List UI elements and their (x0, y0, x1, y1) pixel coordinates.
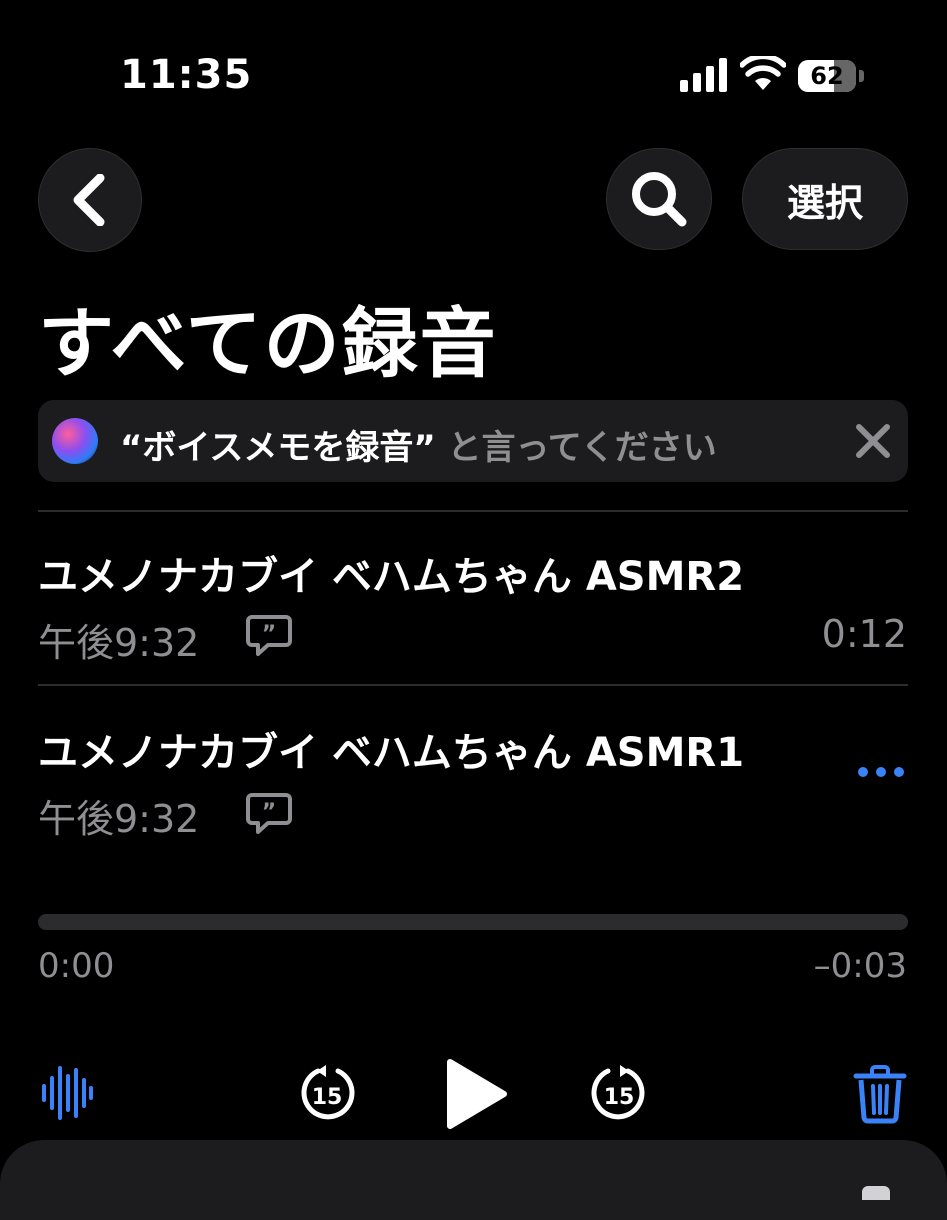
xmark-icon[interactable] (854, 422, 892, 460)
siri-phrase: “ボイスメモを録音” (120, 428, 436, 468)
bottom-sheet[interactable] (0, 1140, 947, 1220)
waveform-icon[interactable] (40, 1064, 94, 1122)
transcript-bubble-icon: ” (246, 793, 292, 834)
elapsed-time: 0:00 (38, 946, 115, 986)
back-button[interactable] (38, 148, 142, 252)
trash-icon[interactable] (852, 1064, 908, 1124)
skip-back-15-icon[interactable]: 15 (296, 1062, 358, 1124)
list-divider (38, 684, 908, 686)
select-button[interactable]: 選択 (742, 148, 908, 250)
list-divider (38, 510, 908, 512)
battery-indicator: 62 (798, 60, 856, 92)
recording-title: ユメノナカブイ ベハムちゃん ASMR2 (38, 554, 745, 600)
sheet-edge-icon (862, 1186, 890, 1200)
remaining-time: –0:03 (813, 946, 907, 986)
skip-back-label: 15 (312, 1085, 343, 1110)
playback-scrubber[interactable] (38, 914, 908, 930)
cellular-signal-icon (680, 58, 727, 92)
siri-suggestion-banner[interactable]: “ボイスメモを録音” と言ってください (38, 400, 908, 482)
chevron-left-icon (73, 174, 105, 226)
skip-forward-15-icon[interactable]: 15 (588, 1062, 650, 1124)
siri-suggestion-text: “ボイスメモを録音” と言ってください (120, 420, 717, 469)
battery-level: 62 (810, 62, 844, 90)
svg-text:”: ” (262, 800, 276, 825)
recording-time: 午後9:32 (38, 797, 200, 841)
siri-icon (52, 418, 98, 464)
battery-tip (859, 70, 864, 82)
page-title: すべての録音 (38, 299, 498, 388)
transcript-bubble-icon: ” (246, 615, 292, 656)
svg-text:”: ” (262, 622, 276, 647)
play-icon[interactable] (440, 1056, 510, 1132)
skip-forward-label: 15 (604, 1085, 635, 1110)
status-time: 11:35 (120, 52, 253, 98)
ellipsis-icon[interactable] (856, 764, 906, 780)
magnifying-glass-icon (632, 172, 687, 227)
siri-instruction: と言ってください (435, 428, 717, 468)
search-button[interactable] (606, 148, 712, 250)
recording-title: ユメノナカブイ ベハムちゃん ASMR1 (38, 730, 745, 776)
wifi-icon (740, 56, 786, 90)
recording-time: 午後9:32 (38, 621, 200, 665)
recording-duration: 0:12 (821, 612, 907, 656)
